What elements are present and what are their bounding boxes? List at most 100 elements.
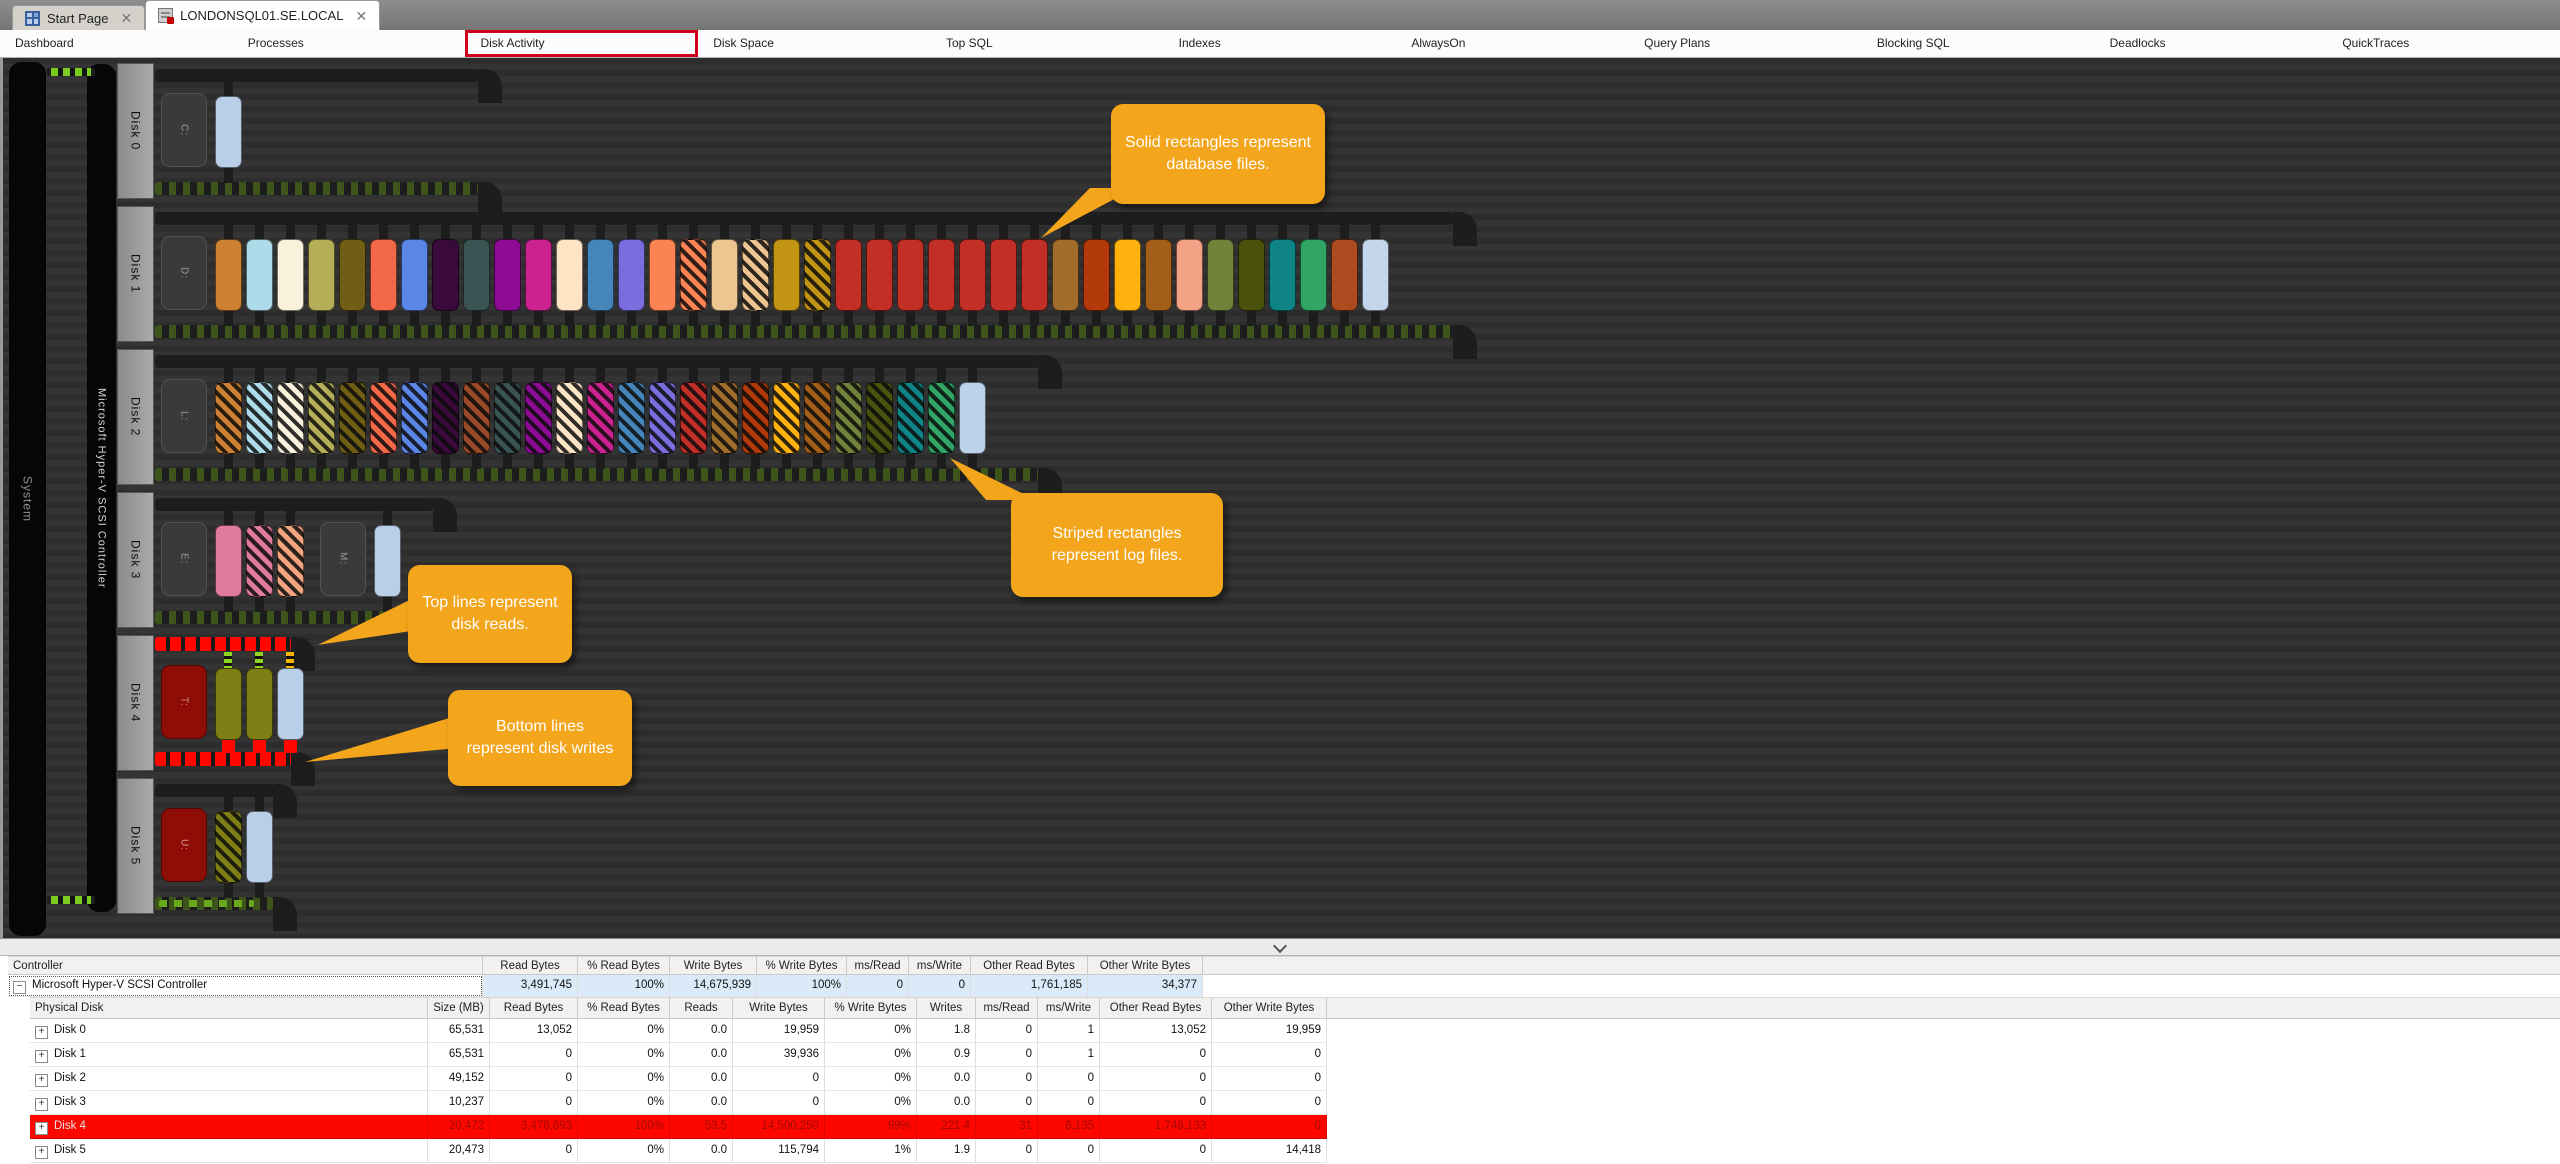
log-file[interactable] — [835, 382, 862, 454]
disk-name-cell[interactable]: +Disk 3 — [30, 1091, 428, 1115]
disk-name-cell[interactable]: +Disk 2 — [30, 1067, 428, 1091]
grid-row-disk-0[interactable]: +Disk 065,53113,0520%0.019,9590%1.80113,… — [8, 1019, 2560, 1043]
disk-name-cell[interactable]: +Disk 5 — [30, 1139, 428, 1163]
volume-label-t-[interactable]: T: — [161, 665, 207, 739]
grid-header-cell--read-bytes[interactable]: % Read Bytes — [578, 997, 670, 1019]
disk-name-cell[interactable]: +Disk 4 — [30, 1115, 428, 1139]
db-file[interactable] — [928, 239, 955, 311]
db-file[interactable] — [215, 668, 242, 740]
grid-row-disk-5[interactable]: +Disk 520,47300%0.0115,7941%1.900014,418 — [8, 1139, 2560, 1163]
log-file[interactable] — [680, 382, 707, 454]
db-file[interactable] — [990, 239, 1017, 311]
db-file[interactable] — [339, 239, 366, 311]
volume-label-l-[interactable]: L: — [161, 379, 207, 453]
nav-tab-indexes[interactable]: Indexes — [1164, 30, 1397, 57]
nav-tab-disk-activity[interactable]: Disk Activity — [465, 30, 698, 57]
log-file[interactable] — [246, 525, 273, 597]
db-file[interactable] — [215, 525, 242, 597]
db-file[interactable] — [866, 239, 893, 311]
expand-row-icon[interactable]: + — [35, 1146, 48, 1159]
db-file[interactable] — [374, 525, 401, 597]
db-file[interactable] — [370, 239, 397, 311]
db-file[interactable] — [1269, 239, 1296, 311]
nav-tab-disk-space[interactable]: Disk Space — [698, 30, 931, 57]
log-file[interactable] — [463, 382, 490, 454]
grid-header-cell-ms-read[interactable]: ms/Read — [847, 956, 909, 975]
log-file[interactable] — [804, 382, 831, 454]
nav-tab-dashboard[interactable]: Dashboard — [0, 30, 233, 57]
db-file[interactable] — [215, 96, 242, 168]
controller-name-cell[interactable]: −Microsoft Hyper-V SCSI Controller — [8, 975, 483, 997]
nav-tab-query-plans[interactable]: Query Plans — [1629, 30, 1862, 57]
log-file[interactable] — [556, 382, 583, 454]
log-file[interactable] — [339, 382, 366, 454]
db-file[interactable] — [246, 239, 273, 311]
disk-name-cell[interactable]: +Disk 0 — [30, 1019, 428, 1043]
db-file[interactable] — [835, 239, 862, 311]
log-file[interactable] — [277, 382, 304, 454]
log-file[interactable] — [277, 525, 304, 597]
nav-tab-processes[interactable]: Processes — [233, 30, 466, 57]
db-file[interactable] — [556, 239, 583, 311]
grid-row-disk-1[interactable]: +Disk 165,53100%0.039,9360%0.90100 — [8, 1043, 2560, 1067]
volume-label-e-[interactable]: E: — [161, 522, 207, 596]
grid-header-cell-ms-write[interactable]: ms/Write — [909, 956, 971, 975]
expand-row-icon[interactable]: + — [35, 1122, 48, 1135]
db-file[interactable] — [432, 239, 459, 311]
grid-header-cell-writes[interactable]: Writes — [917, 997, 976, 1019]
collapse-row-icon[interactable]: − — [13, 981, 26, 994]
nav-tab-blocking-sql[interactable]: Blocking SQL — [1862, 30, 2095, 57]
db-file[interactable] — [308, 239, 335, 311]
grid-header-cell-ms-read[interactable]: ms/Read — [976, 997, 1038, 1019]
grid-row-disk-4[interactable]: +Disk 420,4723,478,693100%53.514,500,250… — [8, 1115, 2560, 1139]
controller-grid-row[interactable]: −Microsoft Hyper-V SCSI Controller3,491,… — [8, 975, 2560, 997]
log-file[interactable] — [525, 382, 552, 454]
window-tab-server[interactable]: LONDONSQL01.SE.LOCAL ✕ — [145, 0, 380, 30]
expand-row-icon[interactable]: + — [35, 1098, 48, 1111]
expand-row-icon[interactable]: + — [35, 1050, 48, 1063]
nav-tab-quicktraces[interactable]: QuickTraces — [2327, 30, 2560, 57]
db-file[interactable] — [773, 239, 800, 311]
db-file[interactable] — [1176, 239, 1203, 311]
grid-row-disk-2[interactable]: +Disk 249,15200%0.000%0.00000 — [8, 1067, 2560, 1091]
log-file[interactable] — [680, 239, 707, 311]
log-file[interactable] — [432, 382, 459, 454]
db-file[interactable] — [525, 239, 552, 311]
log-file[interactable] — [711, 382, 738, 454]
volume-label-c-[interactable]: C: — [161, 93, 207, 167]
log-file[interactable] — [804, 239, 831, 311]
close-icon[interactable]: ✕ — [355, 9, 367, 23]
grid-header-cell-other-write-bytes[interactable]: Other Write Bytes — [1212, 997, 1327, 1019]
grid-header-cell-other-read-bytes[interactable]: Other Read Bytes — [971, 956, 1088, 975]
volume-label-u-[interactable]: U: — [161, 808, 207, 882]
expand-row-icon[interactable]: + — [35, 1026, 48, 1039]
db-file[interactable] — [711, 239, 738, 311]
db-file[interactable] — [1114, 239, 1141, 311]
grid-header-cell-other-write-bytes[interactable]: Other Write Bytes — [1088, 956, 1203, 975]
db-file[interactable] — [959, 239, 986, 311]
nav-tab-alwayson[interactable]: AlwaysOn — [1396, 30, 1629, 57]
db-file[interactable] — [1331, 239, 1358, 311]
db-file[interactable] — [246, 811, 273, 883]
log-file[interactable] — [246, 382, 273, 454]
db-file[interactable] — [618, 239, 645, 311]
log-file[interactable] — [370, 382, 397, 454]
grid-header-cell--write-bytes[interactable]: % Write Bytes — [825, 997, 917, 1019]
close-icon[interactable]: ✕ — [120, 11, 132, 25]
db-file[interactable] — [463, 239, 490, 311]
grid-splitter[interactable] — [0, 938, 2560, 956]
log-file[interactable] — [587, 382, 614, 454]
db-file[interactable] — [1052, 239, 1079, 311]
db-file[interactable] — [1362, 239, 1389, 311]
grid-row-disk-3[interactable]: +Disk 310,23700%0.000%0.00000 — [8, 1091, 2560, 1115]
grid-header-cell-read-bytes[interactable]: Read Bytes — [483, 956, 578, 975]
volume-label-d-[interactable]: D: — [161, 236, 207, 310]
log-file[interactable] — [215, 811, 242, 883]
log-file[interactable] — [897, 382, 924, 454]
collapse-grid-button[interactable] — [1262, 941, 1298, 954]
db-file[interactable] — [1021, 239, 1048, 311]
log-file[interactable] — [494, 382, 521, 454]
db-file[interactable] — [1145, 239, 1172, 311]
db-file[interactable] — [401, 239, 428, 311]
grid-header-cell-write-bytes[interactable]: Write Bytes — [733, 997, 825, 1019]
